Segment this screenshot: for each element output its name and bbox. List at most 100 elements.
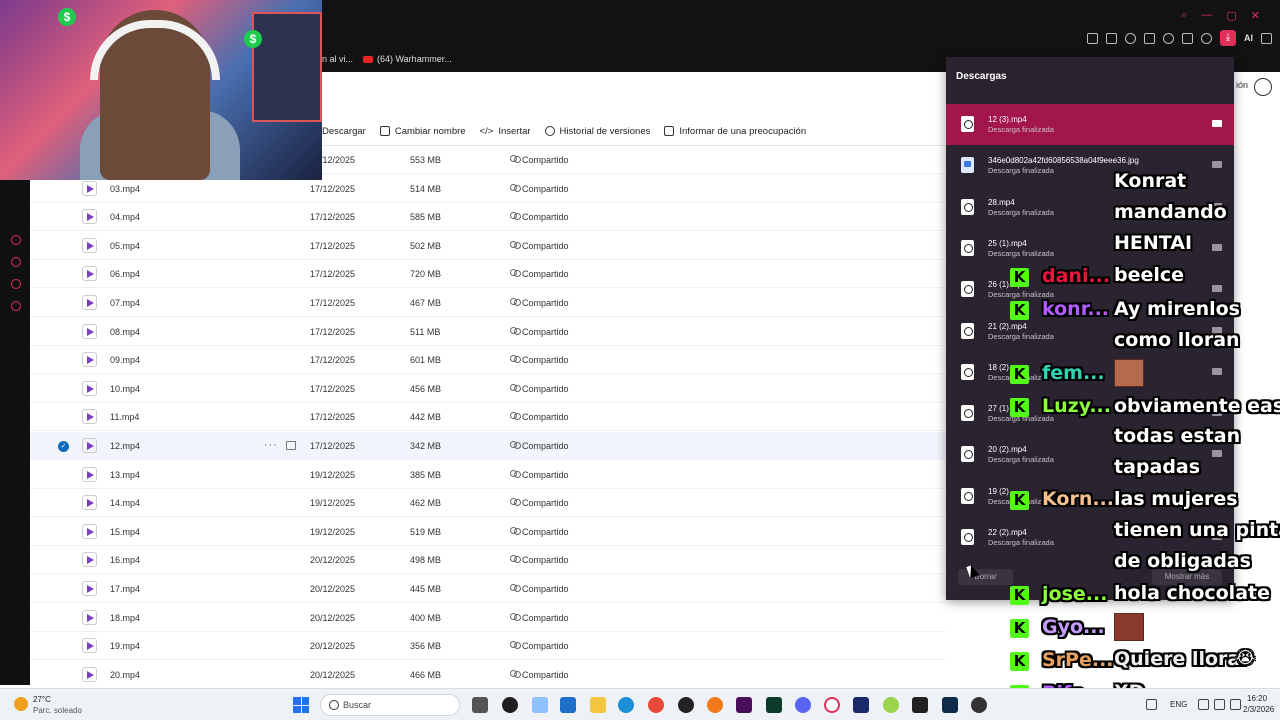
app-icon[interactable] <box>883 697 899 713</box>
file-name[interactable]: 19.mp4 <box>110 641 140 651</box>
premiere-icon[interactable] <box>736 697 752 713</box>
download-item[interactable]: 346e0d802a42fd60856538a04f9eee36.jpg Desc… <box>946 145 1234 186</box>
file-row[interactable]: ✓ 12.mp4 ··· 17/12/2025 342 MB Compartido <box>30 432 945 460</box>
file-name[interactable]: 17.mp4 <box>110 584 140 594</box>
open-folder-icon[interactable] <box>1212 161 1222 169</box>
minimize-icon[interactable]: — <box>1201 9 1212 22</box>
open-folder-icon[interactable] <box>1212 450 1222 458</box>
audition-icon[interactable] <box>766 697 782 713</box>
file-name[interactable]: 10.mp4 <box>110 384 140 394</box>
file-row[interactable]: 05.mp4 17/12/2025 502 MB Compartido <box>30 232 945 260</box>
embed-button[interactable]: </> Insertar <box>480 126 531 137</box>
menu-icon[interactable] <box>1261 32 1272 44</box>
account-icon[interactable] <box>1254 78 1272 96</box>
close-icon[interactable]: ✕ <box>1251 9 1260 22</box>
opera-icon[interactable] <box>824 697 840 713</box>
file-row[interactable]: 04.mp4 17/12/2025 585 MB Compartido <box>30 203 945 232</box>
file-explorer-icon[interactable] <box>590 697 606 713</box>
terminal-icon[interactable] <box>912 697 928 713</box>
file-row[interactable]: 16.mp4 20/12/2025 498 MB Compartido <box>30 546 945 575</box>
search-icon[interactable]: ⌕ <box>1181 9 1187 22</box>
file-row[interactable]: 07.mp4 17/12/2025 467 MB Compartido <box>30 289 945 317</box>
windows-start-icon[interactable] <box>293 697 309 713</box>
chrome-icon[interactable] <box>648 697 664 713</box>
settings-icon[interactable] <box>11 301 21 311</box>
photoshop-icon[interactable] <box>942 697 958 713</box>
rename-button[interactable]: Cambiar nombre <box>379 126 466 137</box>
wifi-icon[interactable] <box>1198 699 1209 710</box>
file-name[interactable]: 09.mp4 <box>110 355 140 365</box>
file-name[interactable]: 13.mp4 <box>110 470 140 480</box>
sidebar-icon[interactable] <box>11 279 21 289</box>
file-name[interactable]: 14.mp4 <box>110 498 140 508</box>
taskview-icon[interactable] <box>472 697 488 713</box>
file-row[interactable]: 08.mp4 17/12/2025 511 MB Compartido <box>30 318 945 346</box>
ai-button[interactable]: AI <box>1244 33 1253 43</box>
file-name[interactable]: 12.mp4 <box>110 441 140 451</box>
file-name[interactable]: 18.mp4 <box>110 613 140 623</box>
edge-icon[interactable] <box>618 697 634 713</box>
language-indicator[interactable]: ENG <box>1170 700 1187 709</box>
download-item[interactable]: 12 (3).mp4 Descarga finalizada <box>946 104 1234 145</box>
bookmark-item-youtube[interactable]: (64) Warhammer... <box>363 54 452 64</box>
open-folder-icon[interactable] <box>1212 243 1222 251</box>
file-name[interactable]: 03.mp4 <box>110 184 140 194</box>
github-icon[interactable] <box>678 697 694 713</box>
screenshot-icon[interactable] <box>1106 32 1117 44</box>
file-name[interactable]: 20.mp4 <box>110 670 140 680</box>
extensions-icon[interactable] <box>1182 32 1193 44</box>
selected-check-icon[interactable]: ✓ <box>58 441 69 452</box>
heart-icon[interactable] <box>1163 32 1174 44</box>
sidebar-icon[interactable] <box>11 235 21 245</box>
app-icon[interactable] <box>502 697 518 713</box>
copilot-icon[interactable] <box>532 697 548 713</box>
file-row[interactable]: 18.mp4 20/12/2025 400 MB Compartido <box>30 604 945 632</box>
report-button[interactable]: Informar de una preocupación <box>664 126 806 137</box>
app-icon[interactable] <box>853 697 869 713</box>
open-folder-icon[interactable] <box>1212 285 1222 293</box>
file-row[interactable]: 10.mp4 17/12/2025 456 MB Compartido <box>30 375 945 403</box>
open-folder-icon[interactable] <box>1212 120 1222 127</box>
file-row[interactable]: 20.mp4 20/12/2025 466 MB Compartido <box>30 661 945 689</box>
file-name[interactable]: 05.mp4 <box>110 241 140 251</box>
file-name[interactable]: 15.mp4 <box>110 527 140 537</box>
version-history-button[interactable]: Historial de versiones <box>544 126 650 137</box>
clear-button[interactable]: Borrar <box>958 569 1013 585</box>
file-name[interactable]: 08.mp4 <box>110 327 140 337</box>
open-folder-icon[interactable] <box>1212 367 1222 375</box>
file-row[interactable]: 19.mp4 20/12/2025 356 MB Compartido <box>30 632 945 661</box>
file-row[interactable]: 09.mp4 17/12/2025 601 MB Compartido <box>30 346 945 375</box>
file-name[interactable]: 11.mp4 <box>110 412 139 422</box>
file-name[interactable]: 07.mp4 <box>110 298 140 308</box>
bookmark-icon[interactable] <box>1087 32 1098 44</box>
file-row[interactable]: 17.mp4 20/12/2025 445 MB Compartido <box>30 575 945 603</box>
play-icon[interactable] <box>1144 32 1155 44</box>
file-row[interactable]: 06.mp4 17/12/2025 720 MB Compartido <box>30 260 945 289</box>
weather-icon[interactable] <box>14 697 28 711</box>
battery-icon[interactable] <box>1230 699 1241 710</box>
taskbar-search[interactable]: Buscar <box>320 694 460 716</box>
mic-icon[interactable] <box>1146 699 1157 710</box>
file-name[interactable]: 06.mp4 <box>110 269 140 279</box>
download-icon[interactable]: ⤓ <box>1220 30 1236 46</box>
weather-temperature[interactable]: 27°C <box>33 695 51 704</box>
clock-date[interactable]: 2/3/2026 <box>1243 705 1274 714</box>
file-name[interactable]: 16.mp4 <box>110 555 140 565</box>
sidebar-icon[interactable] <box>11 257 21 267</box>
maximize-icon[interactable]: ▢ <box>1226 9 1236 22</box>
file-row[interactable]: 13.mp4 19/12/2025 385 MB Compartido <box>30 461 945 489</box>
search-app-icon[interactable] <box>707 697 723 713</box>
weather-description[interactable]: Parc. soleado <box>33 706 82 715</box>
more-options-icon[interactable]: ··· <box>264 439 278 451</box>
media-player-icon[interactable] <box>971 697 987 713</box>
volume-icon[interactable] <box>1214 699 1225 710</box>
share-icon[interactable] <box>286 441 296 450</box>
file-row[interactable]: 11.mp4 17/12/2025 442 MB Compartido <box>30 403 945 432</box>
profile-icon[interactable] <box>1201 32 1212 44</box>
shield-icon[interactable] <box>1125 32 1136 44</box>
file-name[interactable]: 04.mp4 <box>110 212 140 222</box>
store-icon[interactable] <box>560 697 576 713</box>
discord-icon[interactable] <box>795 697 811 713</box>
bookmark-item[interactable]: n al vi... <box>322 54 353 64</box>
file-row[interactable]: 14.mp4 19/12/2025 462 MB Compartido <box>30 489 945 518</box>
